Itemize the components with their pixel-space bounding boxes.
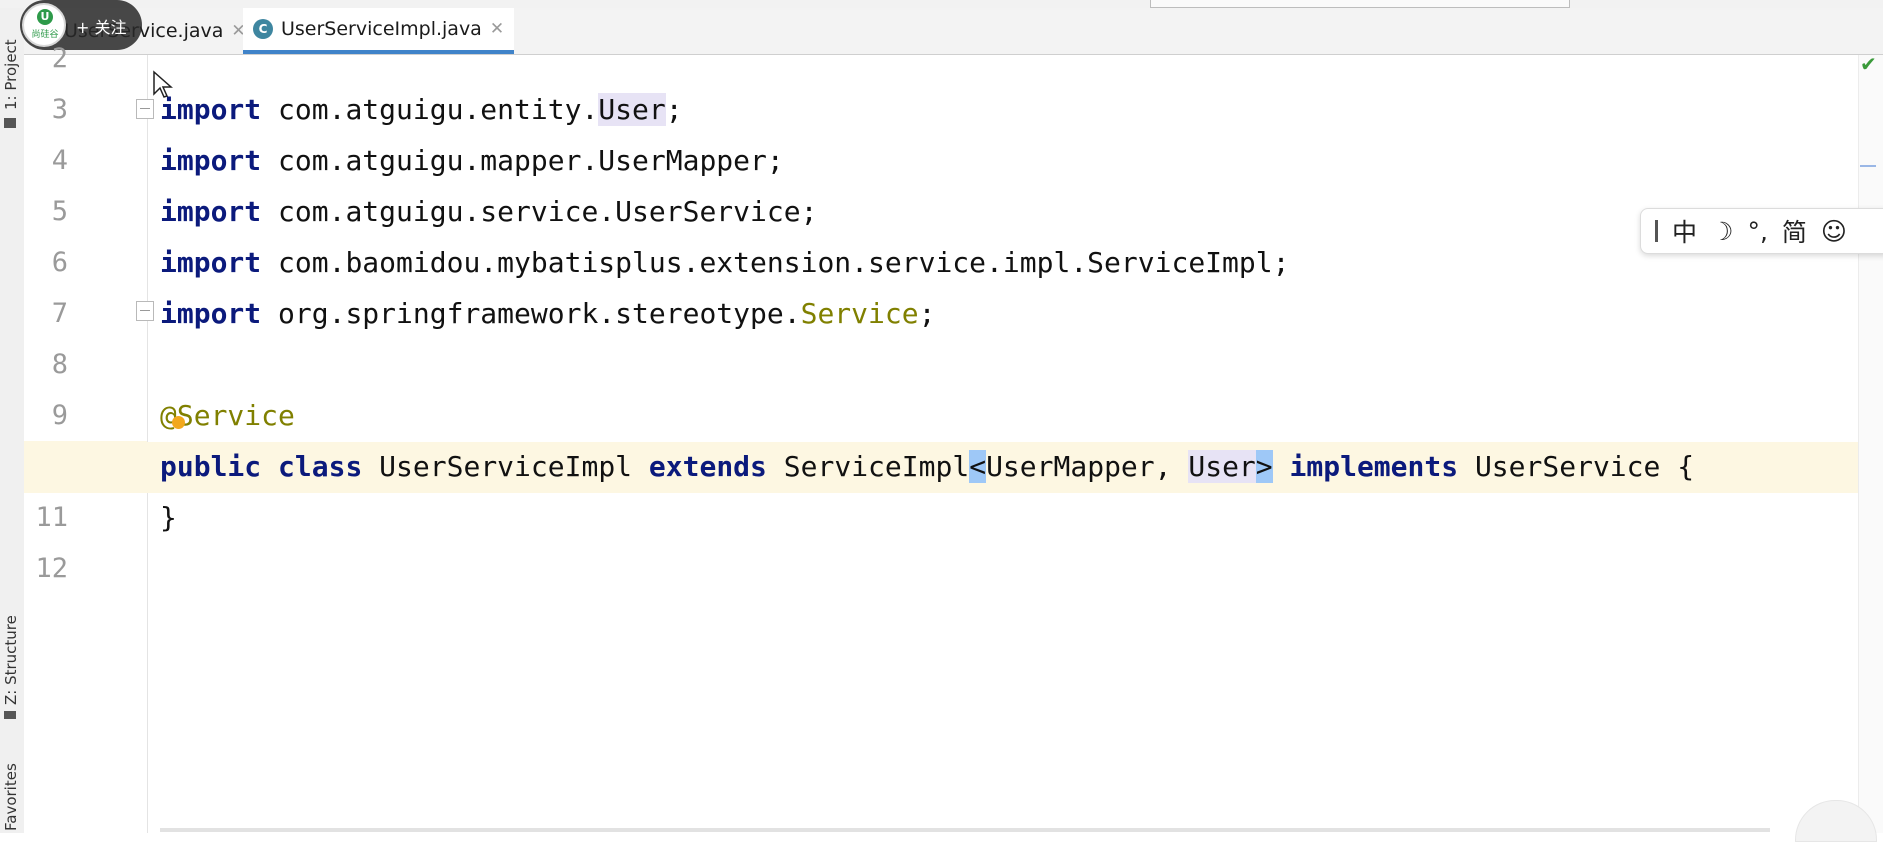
tab-label: UserServiceImpl.java xyxy=(281,18,482,40)
code-line-4: import com.atguigu.mapper.UserMapper; xyxy=(160,144,784,177)
code-line-6: import com.baomidou.mybatisplus.extensio… xyxy=(160,246,1290,279)
line-number: 2 xyxy=(51,43,68,74)
structure-tool-button[interactable]: Z: Structure xyxy=(0,613,24,733)
class-c-icon: C xyxy=(253,19,273,39)
scroll-marker xyxy=(1860,165,1876,167)
editor-tab-bar: UserService.java ✕ C UserServiceImpl.jav… xyxy=(24,8,1883,55)
line-number: 9 xyxy=(51,400,68,431)
line-number: 7 xyxy=(51,298,68,329)
structure-tool-label: Z: Structure xyxy=(2,615,20,705)
code-line-11: } xyxy=(160,501,177,534)
code-line-7: import org.springframework.stereotype.Se… xyxy=(160,297,936,330)
favorites-tool-label: Favorites xyxy=(2,763,20,831)
project-tool-label: 1: Project xyxy=(2,39,20,110)
moon-icon[interactable]: ☽ xyxy=(1711,217,1733,246)
code-editor[interactable]: import com.atguigu.entity.User; import c… xyxy=(24,55,1883,833)
line-number: 6 xyxy=(51,247,68,278)
ime-language-toggle[interactable]: 中 xyxy=(1672,213,1697,249)
emoji-icon[interactable]: ☺ xyxy=(1821,217,1847,246)
follow-button[interactable]: + 关注 xyxy=(76,14,127,38)
line-number: 5 xyxy=(51,196,68,227)
code-line-5: import com.atguigu.service.UserService; xyxy=(160,195,818,228)
line-number: 3 xyxy=(51,94,68,125)
favorites-tool-button[interactable]: Favorites xyxy=(0,753,24,843)
search-field[interactable] xyxy=(1150,0,1570,8)
close-icon[interactable]: ✕ xyxy=(490,19,504,39)
line-number: 11 xyxy=(35,502,68,533)
drag-handle[interactable] xyxy=(1655,220,1658,242)
line-number: 8 xyxy=(51,349,68,380)
tool-window-stripe: 1: Project Z: Structure Favorites xyxy=(0,8,25,833)
structure-icon xyxy=(4,711,16,719)
code-line-3: import com.atguigu.entity.User; xyxy=(160,93,683,126)
ime-punctuation-toggle[interactable]: °, xyxy=(1747,217,1767,246)
line-number: 12 xyxy=(35,553,68,584)
mouse-pointer-icon xyxy=(153,70,173,98)
ime-toolbar[interactable]: 中 ☽ °, 简 ☺ xyxy=(1640,208,1883,254)
project-tool-button[interactable]: 1: Project xyxy=(0,22,24,128)
code-line-10: public class UserServiceImpl extends Ser… xyxy=(160,450,1695,483)
line-number: 4 xyxy=(51,145,68,176)
vertical-scrollbar[interactable] xyxy=(1858,55,1883,833)
intention-bulb-icon[interactable] xyxy=(172,416,185,429)
horizontal-scrollbar[interactable] xyxy=(160,828,1770,832)
tab-userserviceimpl[interactable]: C UserServiceImpl.java ✕ xyxy=(243,8,515,54)
inspection-ok-icon[interactable]: ✔ xyxy=(1860,52,1877,76)
ime-simplified-toggle[interactable]: 简 xyxy=(1782,213,1807,249)
folder-icon xyxy=(4,118,16,128)
